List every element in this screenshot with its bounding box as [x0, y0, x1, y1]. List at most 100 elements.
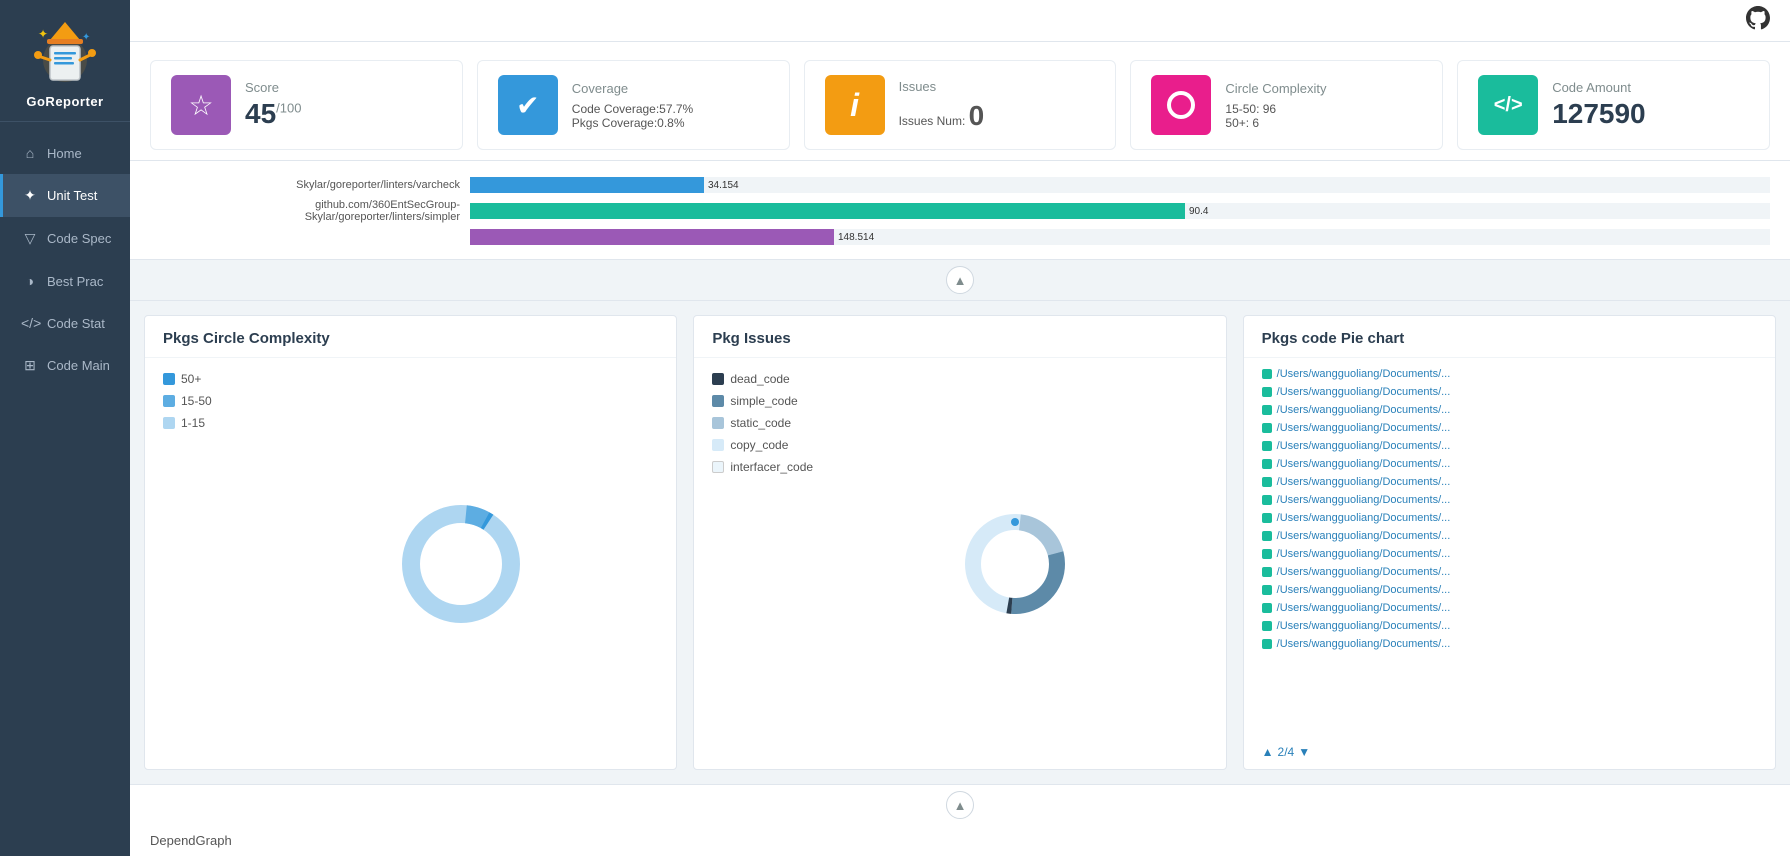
legend-label-static: static_code	[730, 416, 791, 430]
sidebar-item-unit-test[interactable]: ✦ Unit Test	[0, 174, 130, 217]
bar-fill-2a	[470, 203, 1185, 219]
score-icon: ☆	[171, 75, 231, 135]
pie-dot	[1262, 513, 1272, 523]
list-item: /Users/wangguoliang/Documents/...	[1262, 402, 1757, 418]
legend-item-static: static_code	[712, 416, 813, 430]
list-item: /Users/wangguoliang/Documents/...	[1262, 546, 1757, 562]
code-amount-content: Code Amount 127590	[1552, 80, 1645, 130]
issues-label: Issues	[899, 79, 985, 94]
chart-area: Skylar/goreporter/linters/varcheck 34.15…	[130, 161, 1790, 260]
pie-page: 2/4	[1278, 745, 1295, 759]
list-item: /Users/wangguoliang/Documents/...	[1262, 474, 1757, 490]
sidebar-item-unit-test-label: Unit Test	[47, 188, 97, 203]
home-icon: ⌂	[21, 145, 39, 161]
code-amount-value: 127590	[1552, 99, 1645, 130]
legend-item-interfacer: interfacer_code	[712, 460, 813, 474]
stats-row: ☆ Score 45/100 ✔ Coverage Code Coverage:…	[130, 42, 1790, 161]
pie-next-arrow[interactable]: ▼	[1298, 745, 1310, 759]
bar-row-3: 148.514	[150, 229, 1770, 245]
stat-card-circle: Circle Complexity 15-50: 96 50+: 6	[1130, 60, 1443, 150]
list-item: /Users/wangguoliang/Documents/...	[1262, 456, 1757, 472]
sidebar-item-best-prac[interactable]: ◑ Best Prac	[0, 260, 130, 302]
bar-label-1: Skylar/goreporter/linters/varcheck	[150, 179, 470, 191]
legend-label-50plus: 50+	[181, 372, 201, 386]
unit-test-icon: ✦	[21, 187, 39, 204]
donut-svg-1	[396, 499, 526, 629]
score-content: Score 45/100	[245, 80, 301, 130]
collapse-btn-2: ▲	[130, 784, 1790, 825]
pie-prev-arrow[interactable]: ▲	[1262, 745, 1274, 759]
bar-value-1: 34.154	[708, 180, 739, 191]
list-item: /Users/wangguoliang/Documents/...	[1262, 510, 1757, 526]
list-item: /Users/wangguoliang/Documents/...	[1262, 618, 1757, 634]
stat-card-coverage: ✔ Coverage Code Coverage:57.7% Pkgs Cove…	[477, 60, 790, 150]
pie-dot	[1262, 531, 1272, 541]
pkg-issues-title: Pkg Issues	[694, 316, 1225, 358]
circle-complexity-title: Pkgs Circle Complexity	[145, 316, 676, 358]
collapse-circle-1[interactable]: ▲	[946, 266, 974, 294]
sidebar-item-best-prac-label: Best Prac	[47, 274, 103, 289]
stat-card-issues: i Issues Issues Num: 0	[804, 60, 1117, 150]
list-item: /Users/wangguoliang/Documents/...	[1262, 438, 1757, 454]
sidebar-item-home-label: Home	[47, 146, 82, 161]
coverage-icon: ✔	[498, 75, 558, 135]
list-item: /Users/wangguoliang/Documents/...	[1262, 492, 1757, 508]
stat-card-score: ☆ Score 45/100	[150, 60, 463, 150]
collapse-circle-2[interactable]: ▲	[946, 791, 974, 819]
circle-icon	[1151, 75, 1211, 135]
bar-chart: Skylar/goreporter/linters/varcheck 34.15…	[150, 171, 1770, 259]
code-amount-icon: </>	[1478, 75, 1538, 135]
pie-dot	[1262, 459, 1272, 469]
code-spec-icon: ▽	[21, 230, 39, 247]
legend-dot-1-15	[163, 417, 175, 429]
sidebar-logo: ✦ ✦ GoReporter	[0, 0, 130, 122]
sidebar-item-code-main[interactable]: ⊞ Code Main	[0, 344, 130, 387]
code-pie-body: /Users/wangguoliang/Documents/... /Users…	[1244, 358, 1775, 739]
panel-code-pie: Pkgs code Pie chart /Users/wangguoliang/…	[1243, 315, 1776, 770]
bar-fill-2b	[470, 229, 834, 245]
legend-label-simple: simple_code	[730, 394, 797, 408]
legend-dot-dead	[712, 373, 724, 385]
legend-item-50plus: 50+	[163, 372, 253, 386]
code-main-icon: ⊞	[21, 357, 39, 374]
best-prac-icon: ◑	[21, 273, 39, 289]
circle-complexity-legend: 50+ 15-50 1-15	[163, 368, 253, 759]
list-item: /Users/wangguoliang/Documents/...	[1262, 420, 1757, 436]
sidebar-nav: ⌂ Home ✦ Unit Test ▽ Code Spec ◑ Best Pr…	[0, 132, 130, 387]
circle-complexity-donut	[263, 368, 658, 759]
legend-dot-interfacer	[712, 461, 724, 473]
pie-dot	[1262, 567, 1272, 577]
list-item: /Users/wangguoliang/Documents/...	[1262, 366, 1757, 382]
score-value: 45/100	[245, 99, 301, 130]
list-item: /Users/wangguoliang/Documents/...	[1262, 564, 1757, 580]
donut-svg-2	[960, 509, 1070, 619]
legend-dot-copy	[712, 439, 724, 451]
legend-label-1-15: 1-15	[181, 416, 205, 430]
depend-label: DependGraph	[130, 825, 1790, 856]
legend-item-copy: copy_code	[712, 438, 813, 452]
bar-row-1: Skylar/goreporter/linters/varcheck 34.15…	[150, 177, 1770, 193]
legend-label-dead: dead_code	[730, 372, 789, 386]
legend-label-15-50: 15-50	[181, 394, 212, 408]
pkg-issues-legend: dead_code simple_code static_code copy_c…	[712, 368, 813, 759]
bar-track-3: 148.514	[470, 229, 1770, 245]
legend-label-copy: copy_code	[730, 438, 788, 452]
circle-complexity-body: 50+ 15-50 1-15	[145, 358, 676, 769]
bar-track-2: 90.4	[470, 203, 1770, 219]
panel-pkg-issues: Pkg Issues dead_code simple_code static_…	[693, 315, 1226, 770]
main-content: ☆ Score 45/100 ✔ Coverage Code Coverage:…	[130, 0, 1790, 856]
sidebar-item-code-stat-label: Code Stat	[47, 316, 105, 331]
sidebar-item-code-stat[interactable]: </> Code Stat	[0, 302, 130, 344]
github-icon[interactable]	[1746, 6, 1770, 36]
legend-item-15-50: 15-50	[163, 394, 253, 408]
score-label: Score	[245, 80, 301, 95]
pie-dot	[1262, 585, 1272, 595]
sidebar-item-home[interactable]: ⌂ Home	[0, 132, 130, 174]
pkg-issues-donut	[823, 368, 1208, 759]
sidebar-item-code-spec-label: Code Spec	[47, 231, 111, 246]
pie-dot	[1262, 621, 1272, 631]
list-item: /Users/wangguoliang/Documents/...	[1262, 582, 1757, 598]
issues-icon: i	[825, 75, 885, 135]
sidebar-item-code-spec[interactable]: ▽ Code Spec	[0, 217, 130, 260]
coverage-content: Coverage Code Coverage:57.7% Pkgs Covera…	[572, 81, 693, 130]
